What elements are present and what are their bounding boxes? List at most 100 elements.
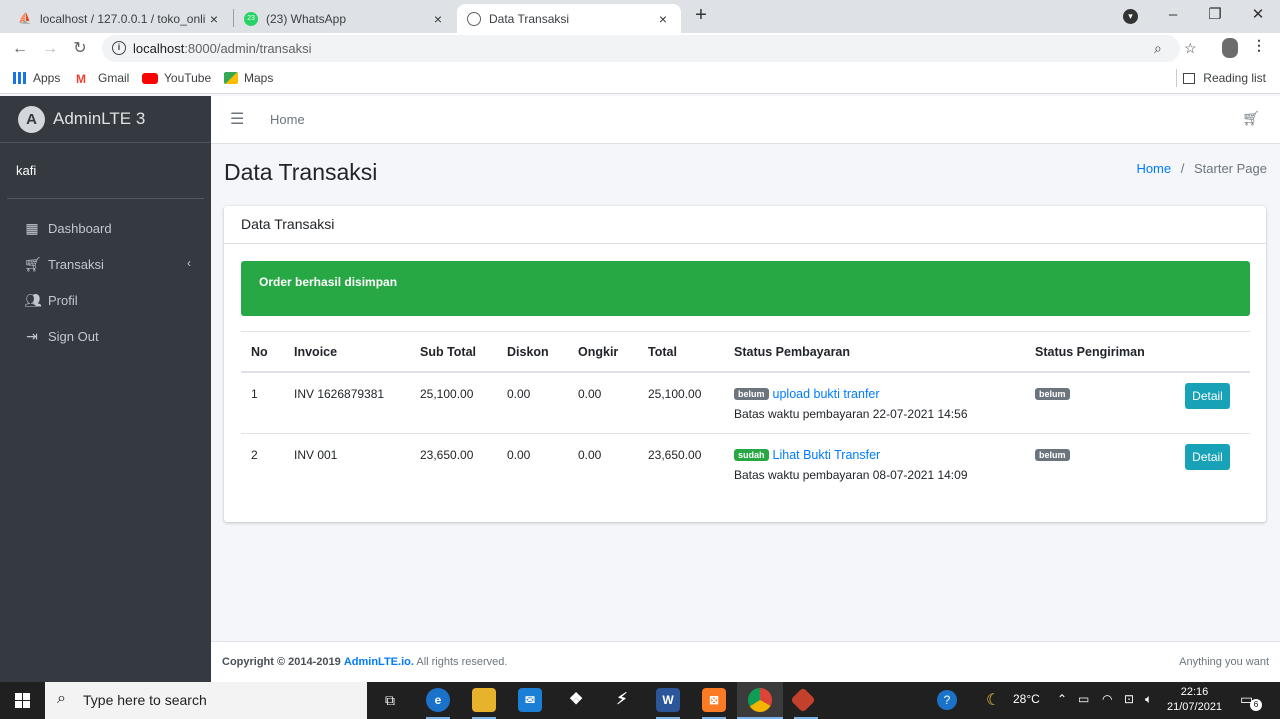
bookmark-youtube[interactable]: YouTube <box>142 71 211 85</box>
table-header: No Invoice Sub Total Diskon Ongkir Total… <box>241 331 1250 373</box>
copyright-text: Copyright © 2014-2019 <box>222 656 341 668</box>
main-sidebar: A AdminLTE 3 kafi ▦ Dashboard 🛒︎ Transak… <box>0 96 211 682</box>
shipping-status-badge: belum <box>1035 388 1070 400</box>
language-icon[interactable]: ⊡ <box>1124 692 1134 706</box>
chevron-up-icon[interactable]: ⌃ <box>1057 692 1067 706</box>
th-icon: ▦ <box>25 219 39 236</box>
tab-search-icon[interactable]: ▾ <box>1123 9 1138 24</box>
column-header: Status Pengiriman <box>1035 345 1145 359</box>
nav-home-link[interactable]: Home <box>270 112 305 127</box>
bookmark-maps[interactable]: Maps <box>224 71 273 85</box>
cell-invoice: INV 1626879381 <box>294 387 385 401</box>
dropbox-icon[interactable]: ❖ <box>564 688 588 712</box>
bookmark-apps[interactable]: Apps <box>13 71 60 85</box>
cell-total: 23,650.00 <box>648 448 702 462</box>
git-icon[interactable] <box>790 687 816 713</box>
cart-icon: 🛒︎ <box>24 255 42 272</box>
cell-ongkir: 0.00 <box>578 387 602 401</box>
battery-icon[interactable]: ▭ <box>1078 692 1089 706</box>
footer-copyright: Copyright © 2014-2019 AdminLTE.io. All r… <box>222 656 507 668</box>
start-button[interactable] <box>0 682 45 719</box>
sidebar-item-sign-out[interactable]: ⇥ Sign Out <box>0 318 211 354</box>
browser-menu-icon[interactable]: ⋮ <box>1252 37 1266 54</box>
xampp-icon[interactable]: ⊠ <box>702 688 726 712</box>
close-tab-icon[interactable]: × <box>206 11 222 27</box>
bookmarks-bar: Apps M Gmail YouTube Maps Reading list <box>0 64 1280 94</box>
wifi-icon[interactable]: ◠ <box>1102 692 1112 706</box>
task-view-icon[interactable]: ⧉ <box>378 688 402 712</box>
bookmark-separator <box>1176 69 1177 87</box>
forward-icon[interactable]: → <box>38 37 62 61</box>
bookmark-label: YouTube <box>164 71 212 85</box>
breadcrumb-home[interactable]: Home <box>1136 161 1171 176</box>
success-alert: Order berhasil disimpan <box>241 261 1250 316</box>
detail-button[interactable]: Detail <box>1185 383 1230 409</box>
tab-whatsapp[interactable]: 23 (23) WhatsApp × <box>234 4 456 33</box>
reload-icon[interactable]: ↻ <box>68 37 92 61</box>
sidebar-menu: ▦ Dashboard 🛒︎ Transaksi ‹ 👥︎ Profil ⇥ S… <box>0 199 211 354</box>
cart-icon[interactable]: 🛒︎ <box>1242 110 1260 127</box>
cell-status-pengiriman: belum <box>1035 448 1074 462</box>
menu-toggle-icon[interactable]: ☰ <box>230 109 244 129</box>
tab-title: (23) WhatsApp <box>266 11 347 26</box>
site-info-icon[interactable]: i <box>112 41 126 55</box>
tab-data-transaksi[interactable]: Data Transaksi × <box>457 4 681 33</box>
footer-brand-link[interactable]: AdminLTE.io. <box>344 656 414 668</box>
edge-icon[interactable]: e <box>426 688 450 712</box>
taskbar-search[interactable]: ⌕ Type here to search <box>45 682 367 719</box>
tab-phpmyadmin[interactable]: ⛵ localhost / 127.0.0.1 / toko_onlin × <box>8 4 232 33</box>
sidebar-item-dashboard[interactable]: ▦ Dashboard <box>0 210 211 246</box>
reading-list[interactable]: Reading list <box>1183 71 1266 85</box>
brand-link[interactable]: A AdminLTE 3 <box>0 96 211 143</box>
bookmark-star-icon[interactable]: ☆ <box>1184 40 1197 57</box>
close-tab-icon[interactable]: × <box>655 11 671 27</box>
volume-icon[interactable]: 🔈︎ <box>1145 692 1152 707</box>
weather-moon-icon[interactable]: ☾ <box>986 690 1000 710</box>
table-row: 2 INV 001 23,650.00 0.00 0.00 23,650.00 … <box>241 434 1250 495</box>
windows-taskbar: ⌕ Type here to search ⧉ e ✉ ❖ ⚡︎ W ⊠ ? ☾… <box>0 682 1280 719</box>
phpmyadmin-icon: ⛵ <box>18 13 32 25</box>
word-icon[interactable]: W <box>656 688 680 712</box>
breadcrumb-current: Starter Page <box>1194 161 1267 176</box>
address-bar[interactable]: i localhost:8000/admin/transaksi ⌕ <box>102 35 1180 62</box>
notification-count: 6 <box>1250 699 1262 711</box>
sidebar-item-profil[interactable]: 👥︎ Profil <box>0 282 211 318</box>
brand-text: AdminLTE 3 <box>53 109 146 128</box>
shipping-status-badge: belum <box>1035 449 1070 461</box>
cell-status-pembayaran: sudah Lihat Bukti Transfer Batas waktu pe… <box>734 448 968 482</box>
youtube-icon <box>142 72 158 84</box>
payment-status-badge: sudah <box>734 449 769 461</box>
zoom-icon[interactable]: ⌕ <box>1154 40 1162 57</box>
mail-icon[interactable]: ✉ <box>518 688 542 712</box>
upload-proof-link[interactable]: upload bukti tranfer <box>773 387 880 401</box>
maps-icon <box>224 72 238 84</box>
sublime-icon[interactable]: ⚡︎ <box>610 688 634 712</box>
detail-button[interactable]: Detail <box>1185 444 1230 470</box>
gmail-icon: M <box>76 72 86 86</box>
back-icon[interactable]: ← <box>8 37 32 61</box>
view-proof-link[interactable]: Lihat Bukti Transfer <box>773 448 881 462</box>
file-explorer-icon[interactable] <box>472 688 496 712</box>
help-icon[interactable]: ? <box>937 690 957 710</box>
sidebar-item-label: Dashboard <box>48 220 112 236</box>
chrome-icon[interactable] <box>748 688 772 712</box>
bookmark-gmail[interactable]: M Gmail <box>76 71 129 86</box>
main-header: ☰ Home 🛒︎ <box>211 96 1280 144</box>
user-name[interactable]: kafi <box>16 163 36 178</box>
cell-invoice: INV 001 <box>294 448 338 462</box>
column-header: Status Pembayaran <box>734 345 851 359</box>
weather-temperature[interactable]: 28°C <box>1013 692 1040 706</box>
tab-title: Data Transaksi <box>489 11 570 26</box>
rights-text: All rights reserved. <box>416 656 508 668</box>
minimize-icon[interactable]: – <box>1153 3 1193 27</box>
close-tab-icon[interactable]: × <box>430 11 446 27</box>
close-window-icon[interactable]: ✕ <box>1238 3 1278 27</box>
column-header: Diskon <box>507 345 549 359</box>
main-footer: Copyright © 2014-2019 AdminLTE.io. All r… <box>211 641 1280 682</box>
new-tab-button[interactable]: + <box>690 5 712 27</box>
breadcrumb: Home / Starter Page <box>1136 161 1267 176</box>
restore-icon[interactable]: ❐ <box>1195 3 1235 27</box>
profile-avatar[interactable] <box>1222 38 1238 58</box>
system-clock[interactable]: 22:16 21/07/2021 <box>1167 685 1222 715</box>
sidebar-item-transaksi[interactable]: 🛒︎ Transaksi ‹ <box>0 246 211 282</box>
